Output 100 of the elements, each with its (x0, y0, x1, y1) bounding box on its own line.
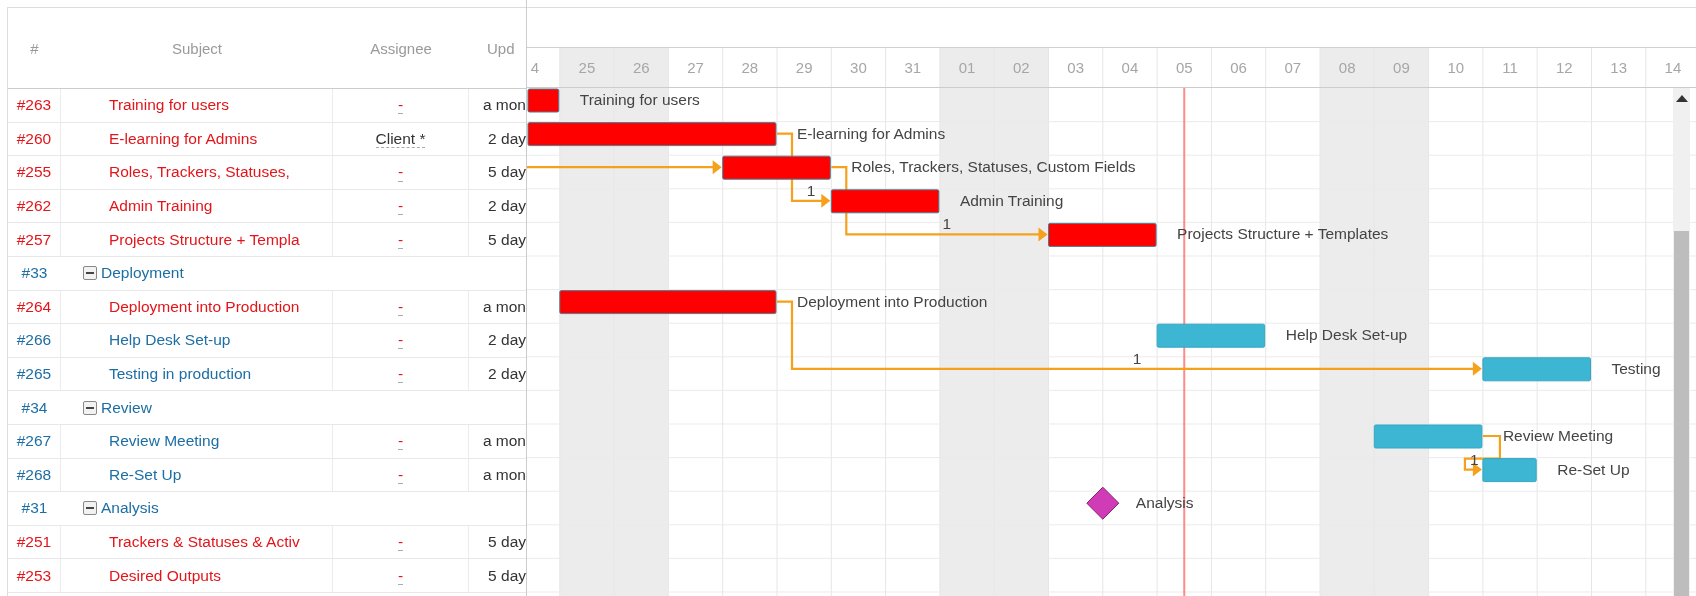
group-title[interactable]: Review (101, 398, 152, 417)
issue-subject[interactable]: E-learning for Admins (109, 129, 258, 148)
assignee-link[interactable]: - (397, 331, 404, 350)
lag-label: 1 (942, 215, 952, 233)
task-bar[interactable] (527, 88, 560, 113)
group-title[interactable]: Deployment (101, 264, 184, 283)
issue-subject[interactable]: Desired Outputs (109, 566, 221, 585)
column-header[interactable]: Upd (469, 39, 526, 57)
group-id[interactable]: #31 (8, 492, 61, 525)
bar-label: Roles, Trackers, Statuses, Custom Fields (851, 158, 1136, 176)
milestone-diamond[interactable] (1086, 486, 1120, 520)
issue-id[interactable]: #268 (8, 458, 61, 492)
scrollbar[interactable] (1673, 88, 1690, 596)
day-label: 05 (1175, 59, 1193, 76)
day-label: 29 (795, 59, 813, 76)
scroll-up-icon[interactable] (1675, 95, 1688, 102)
issue-subject[interactable]: Training for users (109, 96, 230, 115)
task-bar[interactable] (1048, 222, 1157, 247)
issue-subject[interactable]: Deployment into Production (109, 297, 300, 316)
day-label: 10 (1447, 59, 1465, 76)
group-title[interactable]: Analysis (101, 499, 159, 518)
day-label: 03 (1067, 59, 1084, 76)
assignee-link[interactable]: Client * (375, 129, 426, 148)
issue-id[interactable]: #262 (8, 189, 61, 223)
assignee-link[interactable]: - (397, 533, 404, 552)
lag-label: 1 (1132, 349, 1142, 367)
updated-cell-text: a mon (481, 95, 526, 116)
day-label: 09 (1393, 59, 1410, 76)
bar-label: Testing (1611, 359, 1661, 377)
bar-label: Re-Set Up (1557, 460, 1630, 478)
issue-id[interactable]: #265 (8, 357, 61, 391)
assignee-link[interactable]: - (397, 365, 404, 384)
collapse-icon[interactable] (83, 400, 97, 415)
updated-cell-text: 2 day (487, 330, 526, 351)
day-label: 11 (1502, 59, 1518, 76)
issue-subject[interactable]: Review Meeting (109, 432, 220, 451)
task-bar[interactable] (1482, 458, 1537, 483)
column-header[interactable]: # (8, 39, 61, 57)
lag-label: 1 (806, 181, 816, 199)
day-label: 14 (1664, 59, 1682, 76)
task-bar[interactable] (559, 290, 777, 315)
day-label: 04 (1121, 59, 1139, 76)
day-label: 02 (1013, 59, 1030, 76)
updated-cell-text: 5 day (487, 162, 526, 183)
assignee-link[interactable]: - (397, 297, 404, 316)
collapse-icon[interactable] (83, 266, 97, 281)
updated-cell-text: 5 day (487, 565, 526, 586)
assignee-link[interactable]: - (397, 197, 404, 216)
scroll-thumb[interactable] (1674, 231, 1689, 596)
issue-id[interactable]: #251 (8, 525, 61, 559)
issue-id[interactable]: #253 (8, 559, 61, 592)
assignee-link[interactable]: - (397, 96, 404, 115)
assignee-link[interactable]: - (397, 566, 404, 585)
issue-id[interactable]: #267 (8, 424, 61, 458)
updated-cell-text: 2 day (487, 196, 526, 217)
issue-id[interactable]: #266 (8, 324, 61, 357)
bar-label: E-learning for Admins (797, 124, 946, 142)
day-label: 30 (850, 59, 867, 76)
updated-cell-text: 5 day (487, 532, 526, 552)
updated-cell-text: 5 day (487, 229, 526, 250)
issue-subject[interactable]: Trackers & Statuses & Activ (109, 533, 300, 551)
day-label: 25 (578, 59, 596, 76)
day-label: 26 (632, 59, 650, 76)
day-label: 01 (958, 59, 976, 76)
task-bar[interactable] (722, 155, 831, 180)
column-header[interactable]: Assignee (333, 39, 469, 57)
issue-id[interactable]: #255 (8, 156, 61, 189)
issue-subject[interactable]: Projects Structure + Templa (109, 230, 300, 249)
updated-cell-text: a mon (481, 431, 526, 452)
issue-id[interactable]: #263 (8, 89, 61, 122)
day-label: 07 (1284, 59, 1302, 76)
issue-subject[interactable]: Testing in production (109, 365, 252, 384)
updated-cell-text: 2 day (487, 364, 526, 385)
day-label: 08 (1338, 59, 1356, 76)
column-header[interactable]: Subject (61, 39, 333, 57)
issue-subject[interactable]: Help Desk Set-up (109, 331, 231, 350)
group-id[interactable]: #33 (8, 256, 61, 290)
bar-label: Admin Training (959, 191, 1064, 209)
issue-id[interactable]: #264 (8, 290, 61, 324)
issue-subject[interactable]: Re-Set Up (109, 465, 182, 484)
collapse-icon[interactable] (83, 501, 97, 516)
assignee-link[interactable]: - (397, 465, 404, 484)
group-id[interactable]: #34 (8, 391, 61, 424)
issue-id[interactable]: #260 (8, 122, 61, 156)
day-label: 31 (904, 59, 922, 76)
task-bar[interactable] (830, 189, 940, 214)
bar-label: Training for users (579, 91, 700, 108)
day-label: 4 (530, 59, 540, 76)
bar-label: Deployment into Production (797, 292, 988, 310)
day-label: 12 (1556, 59, 1573, 76)
issue-subject[interactable]: Admin Training (109, 197, 213, 216)
task-bar[interactable] (527, 122, 777, 147)
assignee-link[interactable]: - (397, 432, 404, 451)
issue-id[interactable]: #257 (8, 223, 61, 256)
assignee-link[interactable]: - (397, 163, 404, 182)
assignee-link[interactable]: - (397, 230, 404, 249)
bar-label: Review Meeting (1502, 427, 1614, 444)
day-label: 06 (1230, 59, 1247, 76)
issue-subject[interactable]: Roles, Trackers, Statuses, (109, 163, 290, 182)
bar-label: Help Desk Set-up (1285, 326, 1408, 344)
